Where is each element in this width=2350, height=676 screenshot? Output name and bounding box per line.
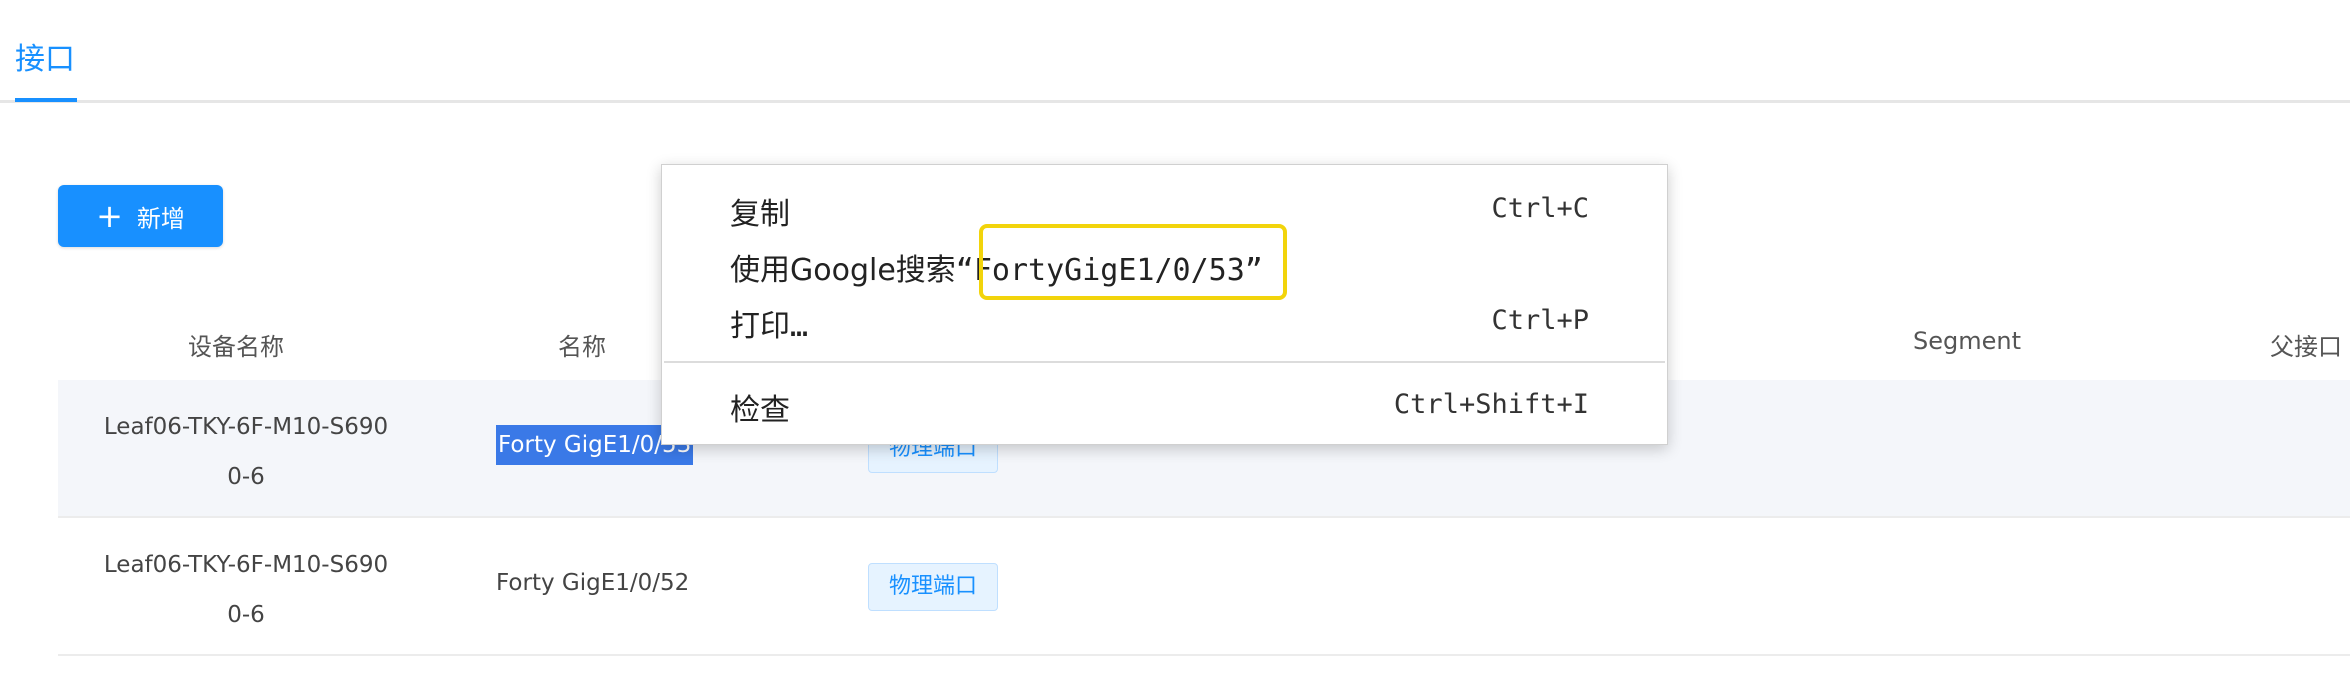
column-header-parent-interface[interactable]: 父接口 (2270, 327, 2342, 362)
menu-separator (664, 361, 1665, 363)
menu-item-label: 使用Google搜索“FortyGigE1/0/53” (730, 245, 1263, 289)
search-label-prefix: 使用Google搜索 (730, 253, 956, 288)
type-tag: 物理端口 (868, 563, 999, 611)
tab-interfaces[interactable]: 接口 (15, 40, 75, 80)
menu-item-shortcut: Ctrl+Shift+I (1393, 389, 1589, 420)
menu-item-shortcut: Ctrl+P (1491, 305, 1589, 336)
menu-item-label: 检查 (730, 393, 790, 428)
plus-icon: + (96, 197, 123, 235)
add-button-label: 新增 (136, 204, 185, 233)
table-row[interactable]: Leaf06-TKY-6F-M10-S690 0-6 Forty GigE1/0… (58, 518, 2350, 656)
menu-item-label: 复制 (730, 197, 790, 232)
context-menu: 复制 Ctrl+C 使用Google搜索“FortyGigE1/0/53” 打印… (661, 164, 1668, 445)
menu-item-inspect[interactable]: 检查 Ctrl+Shift+I (662, 377, 1667, 433)
device-name-cell: Leaf06-TKY-6F-M10-S690 0-6 (86, 402, 406, 502)
active-tab-indicator (15, 98, 77, 102)
interface-name-cell[interactable]: Forty GigE1/0/52 (496, 563, 689, 603)
menu-item-google-search[interactable]: 使用Google搜索“FortyGigE1/0/53” (662, 237, 1667, 293)
tab-bar: 接口 (0, 0, 2350, 103)
device-name-line: Leaf06-TKY-6F-M10-S690 (103, 414, 389, 440)
column-header-name[interactable]: 名称 (558, 327, 606, 362)
device-name-cell: Leaf06-TKY-6F-M10-S690 0-6 (86, 540, 406, 640)
add-button[interactable]: + 新增 (58, 185, 223, 247)
menu-item-copy[interactable]: 复制 Ctrl+C (662, 181, 1667, 237)
menu-item-label: 打印… (730, 309, 809, 344)
device-name-line: 0-6 (227, 464, 265, 490)
device-name-line: 0-6 (227, 602, 265, 628)
device-name-line: Leaf06-TKY-6F-M10-S690 (103, 552, 389, 578)
column-header-segment[interactable]: Segment (1913, 327, 2021, 355)
menu-item-shortcut: Ctrl+C (1491, 193, 1589, 224)
menu-item-print[interactable]: 打印… Ctrl+P (662, 293, 1667, 349)
column-header-device-name[interactable]: 设备名称 (188, 327, 284, 362)
search-term: “FortyGigE1/0/53” (955, 253, 1263, 288)
